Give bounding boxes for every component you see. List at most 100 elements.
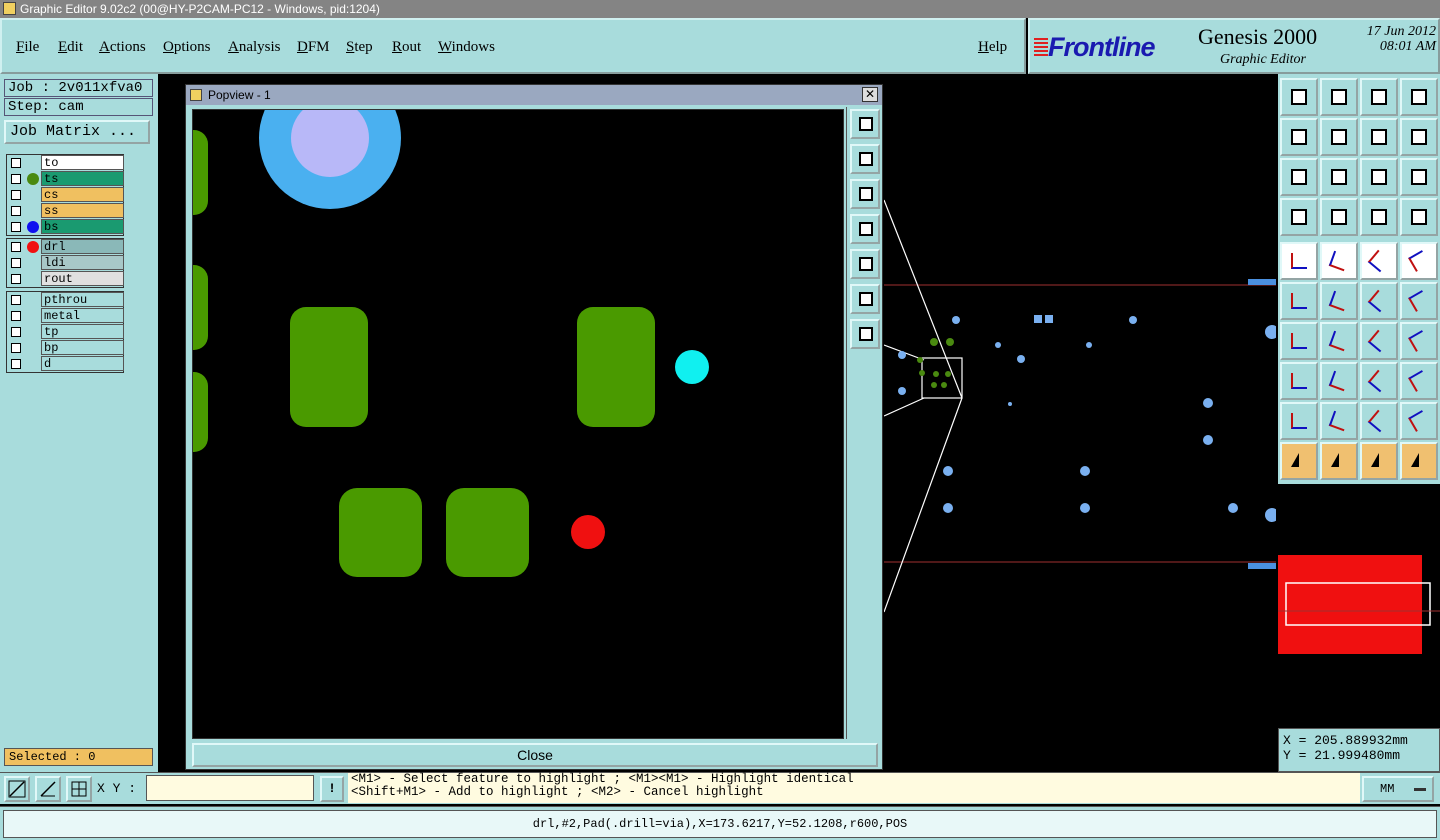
layer-checkbox[interactable] [11,242,21,252]
layer-row-ldi[interactable]: ldi [7,255,124,271]
layer-name[interactable]: bp [41,340,124,355]
edit-shape-icon[interactable] [1320,242,1358,280]
pan-center-icon[interactable] [850,319,880,349]
layer-checkbox[interactable] [11,206,21,216]
popview-close-button[interactable]: Close [192,743,878,767]
layer-row-d[interactable]: d [7,356,124,372]
measure-icon[interactable] [35,776,61,802]
grid-snap-icon[interactable] [66,776,92,802]
ruler-icon[interactable] [1360,242,1398,280]
layer-name[interactable]: ss [41,203,124,218]
menu-file[interactable]: File [16,39,39,56]
menu-dfm[interactable]: DFM [297,39,330,56]
profile-icon[interactable] [1280,198,1318,236]
help-icon[interactable] [1400,158,1438,196]
menu-help[interactable]: Help [978,39,1007,56]
layer-checkbox[interactable] [11,343,21,353]
units-select[interactable]: MM [1362,776,1434,802]
zoom-center-icon[interactable] [1320,158,1358,196]
layer-row-rout[interactable]: rout [7,271,124,287]
popview-canvas[interactable] [192,109,844,739]
zoom-fit-icon[interactable] [1280,158,1318,196]
layer-checkbox[interactable] [11,190,21,200]
zoom-down-icon[interactable] [850,179,880,209]
layer-name[interactable]: pthrou [41,292,124,307]
pan-right-icon[interactable] [850,249,880,279]
layer-name[interactable]: cs [41,187,124,202]
multi-pad-icon[interactable] [1400,362,1438,400]
layer-row-pthrou[interactable]: pthrou [7,292,124,308]
layer-row-tp[interactable]: tp [7,324,124,340]
zoom-fit-icon[interactable] [850,284,880,314]
arc-icon[interactable] [1360,322,1398,360]
line-add-icon[interactable] [1360,282,1398,320]
layer-checkbox[interactable] [11,258,21,268]
layer-checkbox[interactable] [11,274,21,284]
snap-icon[interactable] [1360,198,1398,236]
layer-row-cs[interactable]: cs [7,187,124,203]
pointer-alt-icon[interactable] [1360,442,1398,480]
layer-name[interactable]: rout [41,271,124,286]
layer-checkbox[interactable] [11,327,21,337]
angle-icon[interactable] [1280,322,1318,360]
layer-checkbox[interactable] [11,174,21,184]
main-graphic-canvas[interactable] [884,80,1276,770]
layer-row-bs[interactable]: bs [7,219,124,235]
route-icon[interactable] [1400,442,1438,480]
save-icon[interactable] [1320,78,1358,116]
zoom-up-icon[interactable] [850,144,880,174]
diagonal-icon[interactable] [1320,322,1358,360]
arch-icon[interactable] [1320,402,1358,440]
job-matrix-button[interactable]: Job Matrix ... [4,120,150,144]
scale-1-2-icon[interactable] [1360,158,1398,196]
layer-checkbox[interactable] [11,359,21,369]
layer-name[interactable]: metal [41,308,124,323]
line-red-icon[interactable] [1320,362,1358,400]
window-icon[interactable] [1400,78,1438,116]
arch-dim-icon[interactable] [1400,402,1438,440]
zoom-window-icon[interactable] [4,776,30,802]
layer-row-bp[interactable]: bp [7,340,124,356]
select-pad-icon[interactable] [1280,242,1318,280]
arch-alt-icon[interactable] [1360,402,1398,440]
layer-row-ts[interactable]: ts [7,171,124,187]
snap-active-icon[interactable] [1400,198,1438,236]
redo-icon[interactable] [1400,118,1438,156]
break-icon[interactable] [1400,322,1438,360]
layer-name[interactable]: drl [41,239,124,254]
layer-checkbox[interactable] [11,222,21,232]
home-icon[interactable] [1360,78,1398,116]
layer-checkbox[interactable] [11,295,21,305]
zoom-home-icon[interactable] [850,109,880,139]
xy-input[interactable] [146,775,314,801]
menu-actions[interactable]: Actions [99,39,146,56]
layer-name[interactable]: ldi [41,255,124,270]
layer-row-metal[interactable]: metal [7,308,124,324]
back-icon[interactable] [1280,118,1318,156]
layer-row-ss[interactable]: ss [7,203,124,219]
cross-icon[interactable] [1320,282,1358,320]
hint-warning-icon[interactable]: ! [320,776,344,802]
grid-icon[interactable] [1320,198,1358,236]
fill-icon[interactable] [1400,242,1438,280]
undo-icon[interactable] [1360,118,1398,156]
layer-row-to[interactable]: to [7,155,124,171]
forward-icon[interactable] [1320,118,1358,156]
layer-name[interactable]: tp [41,324,124,339]
overview-panel[interactable] [1278,486,1440,726]
connect-icon[interactable] [1280,282,1318,320]
pointer-icon[interactable] [1280,442,1318,480]
measure-icon[interactable] [1360,362,1398,400]
open-icon[interactable] [1280,78,1318,116]
menu-rout[interactable]: Rout [392,39,421,56]
menu-options[interactable]: Options [163,39,211,56]
pointer-box-icon[interactable] [1320,442,1358,480]
line-point-icon[interactable] [1400,282,1438,320]
layer-name[interactable]: d [41,356,124,371]
menu-analysis[interactable]: Analysis [228,39,281,56]
triangle-icon[interactable] [1280,402,1318,440]
layer-name[interactable]: to [41,155,124,170]
layer-name[interactable]: ts [41,171,124,186]
pan-left-icon[interactable] [850,214,880,244]
menu-windows[interactable]: Windows [438,39,495,56]
